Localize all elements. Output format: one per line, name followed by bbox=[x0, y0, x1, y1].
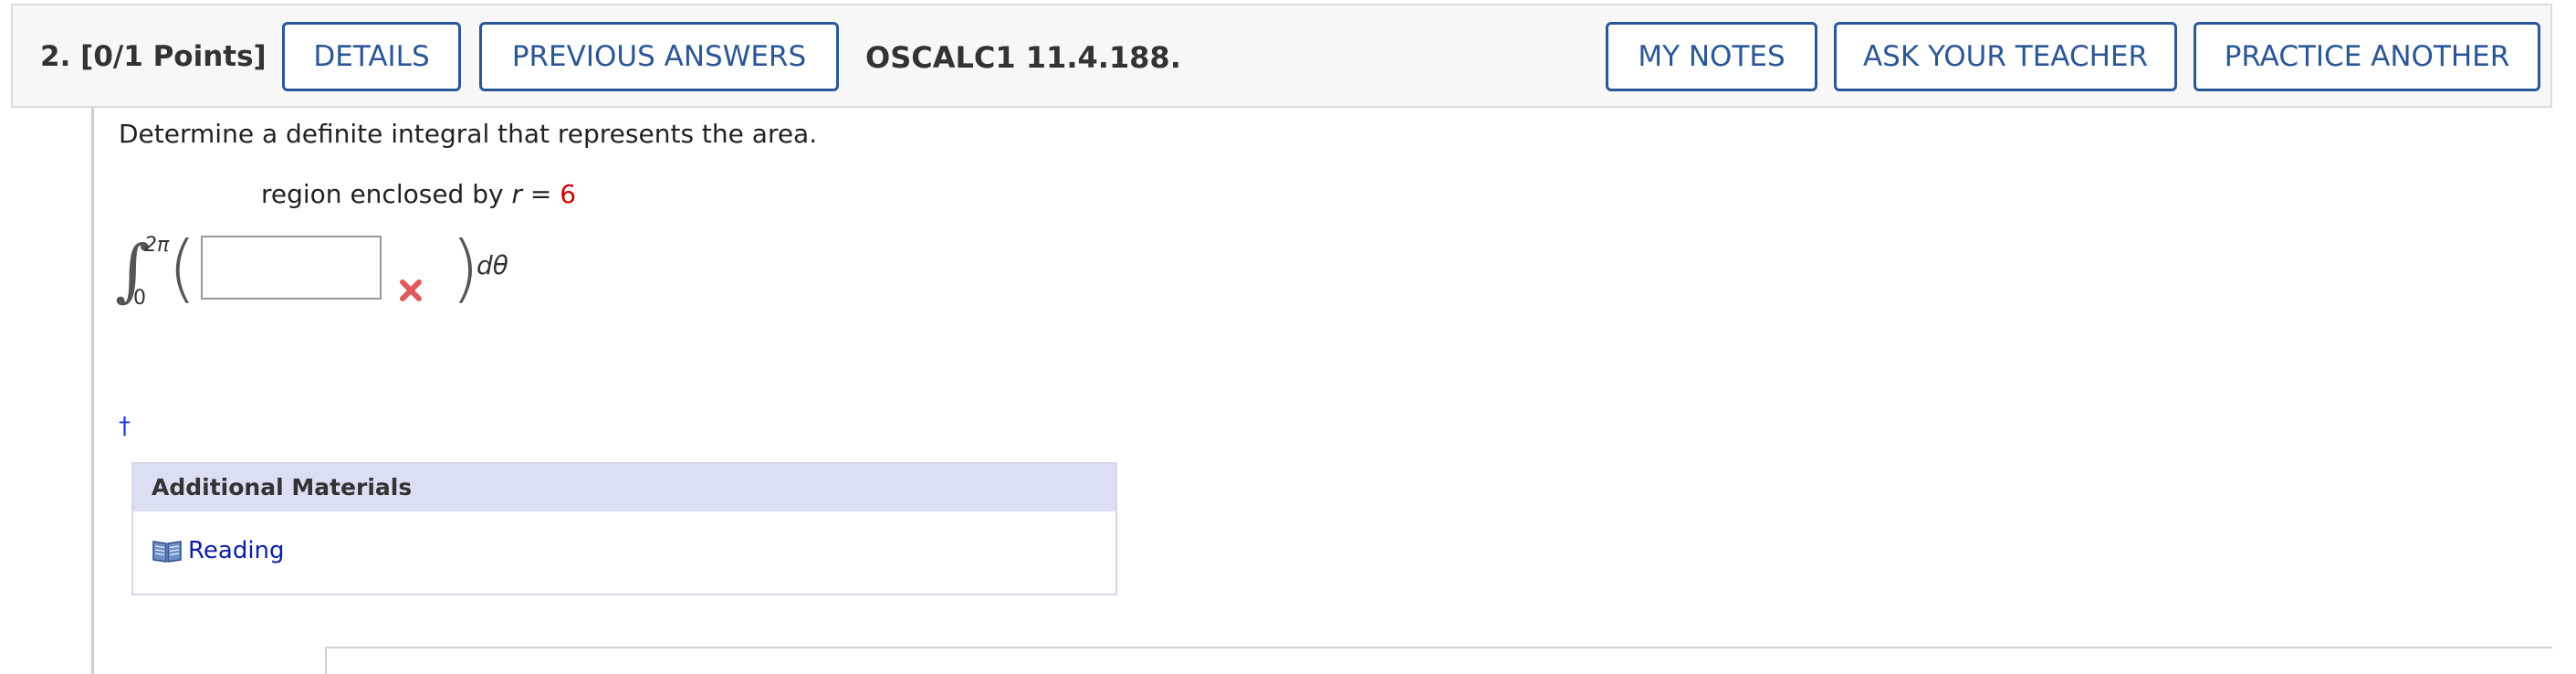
incorrect-mark-icon bbox=[400, 279, 422, 301]
region-description: region enclosed by r = 6 bbox=[261, 179, 576, 209]
reading-link[interactable]: Reading bbox=[152, 537, 285, 564]
additional-materials-title: Additional Materials bbox=[133, 464, 1115, 511]
integral-lower-limit: 0 bbox=[133, 287, 146, 310]
reading-link-label: Reading bbox=[188, 537, 285, 564]
question-reference: OSCALC1 11.4.188. bbox=[865, 40, 1181, 75]
question-number: 2. bbox=[40, 40, 71, 73]
region-equals: = bbox=[521, 179, 560, 209]
integral-upper-limit: 2π bbox=[144, 234, 170, 257]
region-value: 6 bbox=[560, 179, 577, 209]
practice-another-button[interactable]: PRACTICE ANOTHER bbox=[2194, 22, 2540, 91]
book-icon bbox=[152, 541, 182, 563]
question-prompt: Determine a definite integral that repre… bbox=[119, 119, 818, 149]
ask-your-teacher-button[interactable]: ASK YOUR TEACHER bbox=[1834, 22, 2177, 91]
my-notes-button[interactable]: MY NOTES bbox=[1606, 22, 1817, 91]
additional-materials-panel: Additional Materials Reading bbox=[131, 462, 1117, 595]
next-panel-edge bbox=[325, 647, 2552, 674]
right-parenthesis: ) bbox=[451, 226, 480, 311]
integral-expression: ∫ 2π 0 ( ) dθ bbox=[115, 226, 553, 318]
question-number-points: 2. [0/1 Points] bbox=[40, 40, 267, 73]
region-variable: r bbox=[511, 179, 522, 209]
question-header: 2. [0/1 Points] DETAILS PREVIOUS ANSWERS… bbox=[11, 4, 2552, 108]
region-text: region enclosed by bbox=[261, 179, 512, 209]
differential: dθ bbox=[476, 250, 508, 280]
details-button[interactable]: DETAILS bbox=[282, 22, 461, 91]
previous-answers-button[interactable]: PREVIOUS ANSWERS bbox=[479, 22, 839, 91]
answer-input[interactable] bbox=[201, 236, 382, 300]
footnote-dagger: † bbox=[119, 413, 131, 440]
question-points: [0/1 Points] bbox=[80, 40, 267, 73]
left-parenthesis: ( bbox=[168, 226, 197, 311]
